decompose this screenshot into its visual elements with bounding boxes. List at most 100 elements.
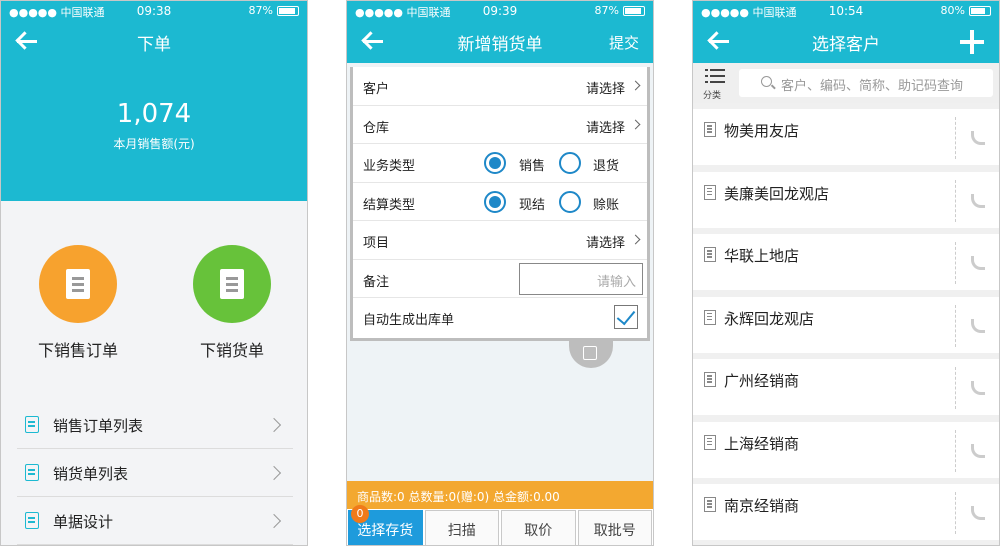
customer-row[interactable]: 广州经销商	[693, 359, 999, 415]
auto-outbound-label: 自动生成出库单	[363, 313, 455, 328]
monthly-sales-value: 1,074	[116, 99, 192, 129]
create-sales-order-button[interactable]: 下销售订单	[18, 245, 138, 361]
order-list-icon	[25, 416, 39, 433]
store-icon	[704, 184, 716, 200]
radio-cash-label: 现结	[519, 197, 546, 213]
search-bar: 分类 客户、编码、简称、助记码查询	[693, 63, 999, 103]
status-bar: ●●●●● 中国联通 10:54 80%	[693, 1, 999, 21]
phone-icon[interactable]	[971, 193, 985, 208]
warehouse-label: 仓库	[363, 120, 390, 136]
phone-icon[interactable]	[971, 256, 985, 270]
radio-credit[interactable]	[559, 190, 581, 213]
invoice-form: 客户 请选择 仓库 请选择 业务类型 销售 退货 结算类型 现结 赊账 项目 请…	[350, 67, 650, 341]
customer-name: 物美用友店	[724, 122, 800, 140]
project-row[interactable]: 项目 请选择	[353, 221, 647, 260]
remark-label: 备注	[363, 274, 390, 290]
phone-icon[interactable]	[971, 381, 985, 395]
search-icon	[761, 76, 772, 87]
menu-item-label: 销货单列表	[53, 465, 129, 483]
search-placeholder: 客户、编码、简称、助记码查询	[781, 79, 964, 94]
warehouse-row[interactable]: 仓库 请选择	[353, 106, 647, 144]
customer-row[interactable]: 美廉美回龙观店	[693, 171, 999, 228]
category-label: 分类	[703, 91, 722, 101]
add-customer-icon[interactable]	[959, 29, 985, 55]
warehouse-value: 请选择	[585, 120, 625, 136]
customer-value: 请选择	[585, 82, 625, 97]
customer-name: 南京经销商	[724, 497, 800, 515]
menu-item-label: 单据设计	[53, 513, 114, 531]
create-sales-order-label: 下销售订单	[37, 341, 118, 360]
submit-button[interactable]: 提交	[609, 32, 639, 53]
battery-indicator: 87%	[249, 4, 299, 17]
screen-place-order: 1,074 本月销售额(元) ●●●●● 中国联通 09:38 87% 下单 下…	[0, 0, 308, 546]
divider	[955, 492, 956, 534]
scan-button[interactable]: 扫描	[424, 510, 499, 545]
battery-icon	[277, 5, 299, 16]
clipboard-icon	[39, 245, 117, 323]
remark-row: 备注 请输入	[353, 260, 647, 298]
battery-indicator: 80%	[941, 4, 991, 17]
phone-icon[interactable]	[971, 506, 985, 520]
customer-row[interactable]: 客户 请选择	[353, 67, 647, 106]
radio-sales-label: 销售	[519, 159, 546, 174]
customer-search-input[interactable]: 客户、编码、简称、助记码查询	[739, 69, 993, 97]
edit-icon	[583, 346, 597, 360]
phone-icon[interactable]	[971, 131, 985, 145]
divider	[955, 242, 956, 284]
settlement-type-row: 结算类型 现结 赊账	[353, 183, 647, 221]
screen-new-sales-invoice: ●●●●● 中国联通 09:39 87% 新增销货单 提交 客户 请选择 仓库 …	[346, 0, 654, 546]
store-icon	[704, 434, 716, 450]
page-title: 选择客户	[812, 35, 880, 55]
design-icon	[25, 512, 39, 529]
battery-icon	[623, 5, 645, 16]
auto-outbound-checkbox[interactable]	[614, 305, 638, 329]
project-value: 请选择	[585, 236, 625, 251]
customer-row[interactable]: 南京经销商	[693, 484, 999, 540]
menu-item-sales-invoices[interactable]: 销货单列表	[17, 449, 293, 497]
phone-icon[interactable]	[971, 318, 985, 333]
store-icon	[704, 122, 716, 137]
radio-cash[interactable]	[484, 190, 506, 213]
screen-select-customer: ●●●●● 中国联通 10:54 80% 选择客户 分类 客户、编码、简称、助记…	[692, 0, 1000, 546]
customer-row[interactable]: 上海经销商	[693, 421, 999, 478]
chevron-right-icon	[266, 417, 282, 433]
get-batch-button[interactable]: 取批号	[577, 510, 652, 545]
battery-indicator: 87%	[595, 4, 645, 17]
status-bar: ●●●●● 中国联通 09:38 87%	[1, 1, 307, 21]
business-type-label: 业务类型	[363, 159, 416, 174]
business-type-row: 业务类型 销售 退货	[353, 144, 647, 183]
customer-name: 美廉美回龙观店	[724, 184, 830, 203]
status-bar: ●●●●● 中国联通 09:39 87%	[347, 1, 653, 21]
store-icon	[704, 309, 716, 325]
battery-icon	[969, 5, 991, 16]
nav-bar: 新增销货单 提交	[347, 21, 653, 63]
battery-percent: 87%	[248, 4, 273, 17]
action-bar: 0 选择存货 扫描 取价 取批号	[347, 505, 653, 545]
radio-return[interactable]	[559, 152, 581, 174]
chevron-right-icon	[630, 80, 641, 91]
phone-icon[interactable]	[971, 443, 985, 458]
customer-list: 物美用友店美廉美回龙观店华联上地店永辉回龙观店 广州经销商上海经销商南京经销商	[693, 109, 999, 545]
menu-item-sales-orders[interactable]: 销售订单列表	[17, 401, 293, 449]
radio-sales[interactable]	[484, 152, 506, 174]
get-price-button[interactable]: 取价	[501, 510, 576, 545]
customer-row[interactable]: 永辉回龙观店	[693, 296, 999, 353]
customer-label: 客户	[363, 82, 390, 97]
chevron-right-icon	[630, 234, 641, 245]
receipt-icon	[193, 245, 271, 323]
page-title: 新增销货单	[457, 35, 543, 55]
menu-item-document-design[interactable]: 单据设计	[17, 497, 293, 545]
customer-row[interactable]: 华联上地店	[693, 234, 999, 290]
edit-toggle-button[interactable]	[569, 340, 613, 368]
project-label: 项目	[363, 236, 390, 251]
order-summary-bar: 商品数:0 总数量:0(赠:0) 总金额:0.00	[347, 481, 653, 509]
remark-input[interactable]: 请输入	[519, 262, 643, 295]
select-inventory-button[interactable]: 0 选择存货	[348, 505, 423, 545]
create-sales-invoice-button[interactable]: 下销货单	[172, 245, 292, 361]
customer-row[interactable]: 物美用友店	[693, 109, 999, 165]
settlement-type-label: 结算类型	[363, 197, 416, 213]
category-button[interactable]: 分类	[701, 67, 733, 101]
store-icon	[704, 247, 716, 262]
chevron-right-icon	[630, 119, 641, 129]
radio-credit-label: 赊账	[593, 197, 620, 213]
